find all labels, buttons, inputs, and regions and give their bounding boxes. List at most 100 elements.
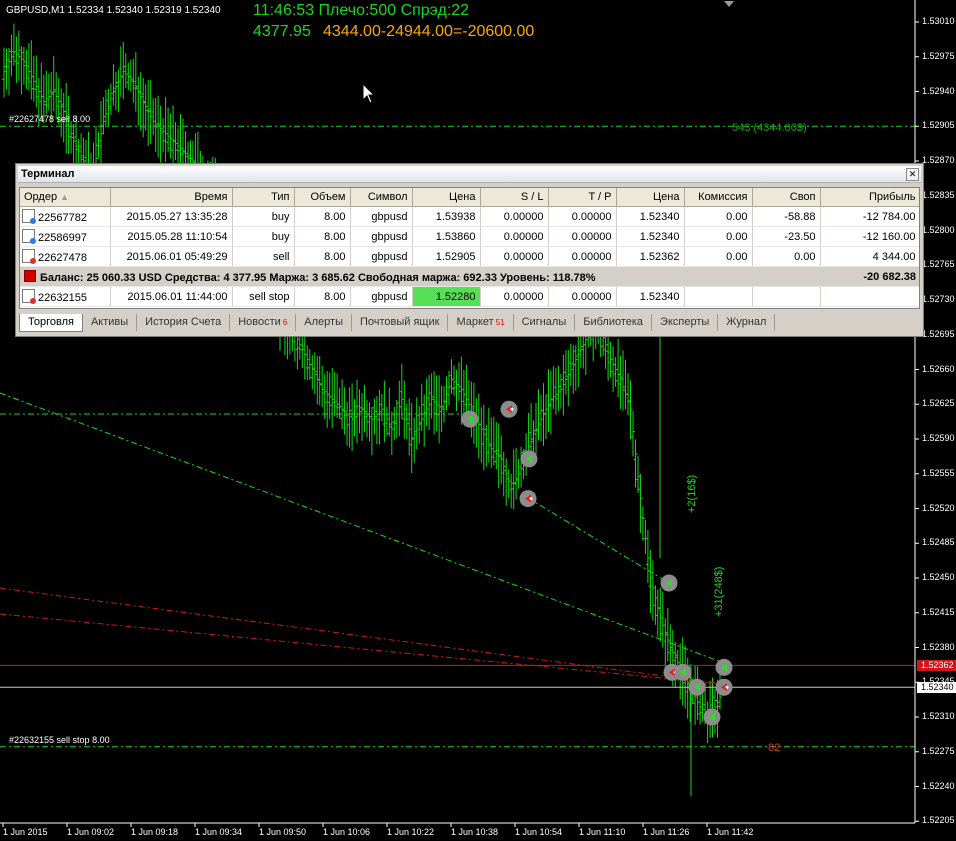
tab-label: Алерты (304, 316, 343, 328)
table-row[interactable]: 22567782 2015.05.27 13:35:28 buy 8.00 gb… (20, 206, 919, 227)
tab-label: Новости (238, 316, 281, 328)
time-tick-label: 1 Jun 10:06 (323, 827, 371, 837)
price-tick-label: 1.52940 (922, 85, 955, 96)
trade-result-annotation: +31(248$) (713, 566, 725, 617)
buy-order-icon (22, 229, 36, 244)
balance-icon (24, 269, 36, 282)
price-tick-label: 1.52240 (922, 780, 955, 791)
column-header-symbol[interactable]: Символ (350, 188, 413, 207)
column-header-order[interactable]: Ордер ▲ (20, 188, 111, 207)
price-tick-label: 1.52835 (922, 189, 955, 200)
table-header: Ордер ▲ Время Тип Объем Символ Цена S / … (20, 188, 919, 207)
terminal-window[interactable]: Терминал ✕ Ордер ▲ Время Тип Объем Симво… (15, 163, 924, 337)
order-line-label: #22627478 sell 8.00 (9, 114, 91, 125)
table-row[interactable]: 22627478 2015.06.01 05:49:29 sell 8.00 g… (20, 246, 919, 267)
tab-label: Активы (90, 316, 129, 328)
pending-order-icon (22, 289, 36, 304)
price-tick-label: 1.52415 (922, 606, 955, 617)
pending-distance-annotation: 82 (768, 741, 781, 754)
price-tick-label: 1.52590 (922, 433, 955, 443)
sell-order-icon (22, 249, 36, 264)
column-header-profit[interactable]: Прибыль (820, 188, 919, 207)
table-row[interactable]: 22586997 2015.05.28 11:10:54 buy 8.00 gb… (20, 226, 919, 247)
price-tick-label: 1.52380 (922, 641, 955, 652)
column-header-tp[interactable]: T / P (548, 188, 617, 207)
price-chart[interactable] (0, 0, 956, 841)
buy-order-icon (22, 209, 36, 224)
balance-summary-row: Баланс: 25 060.33 USD Средства: 4 377.95… (20, 266, 919, 287)
price-tick-label: 1.53010 (922, 16, 955, 26)
price-tick-label: 1.52555 (922, 467, 955, 478)
tab-1[interactable]: Активы (83, 314, 138, 331)
column-header-commission[interactable]: Комиссия (684, 188, 753, 207)
mouse-cursor-icon (362, 83, 376, 104)
price-tick-label: 1.52205 (922, 815, 955, 826)
tab-6[interactable]: Маркет 51 (448, 314, 514, 331)
time-tick-label: 1 Jun 11:10 (579, 827, 626, 837)
time-tick-label: 1 Jun 10:38 (451, 827, 499, 837)
price-tick-label: 1.52310 (922, 711, 955, 721)
time-tick-label: 1 Jun 09:18 (131, 827, 179, 837)
price-tick-label: 1.52450 (922, 572, 955, 582)
price-tick-label: 1.52730 (922, 294, 955, 304)
tab-label: Библиотека (583, 316, 644, 328)
time-tick-label: 1 Jun 10:22 (387, 827, 435, 837)
summary-profit: -20 682.38 (820, 266, 919, 287)
price-tick-label: 1.52660 (922, 363, 955, 374)
tab-label: Сигналы (521, 316, 567, 328)
time-tick-label: 1 Jun 10:54 (515, 827, 563, 837)
tab-2[interactable]: История Счета (137, 314, 231, 331)
price-tick-label: 1.52975 (922, 50, 955, 61)
price-tick-label: 1.52870 (922, 155, 955, 165)
column-header-time[interactable]: Время (110, 188, 233, 207)
bid-price-box: 1.52340 (917, 682, 956, 694)
trade-table-container: Ордер ▲ Время Тип Объем Символ Цена S / … (19, 187, 920, 309)
price-tick-label: 1.52765 (922, 259, 955, 270)
column-header-type[interactable]: Тип (232, 188, 295, 207)
trade-table: Ордер ▲ Время Тип Объем Символ Цена S / … (20, 188, 919, 307)
trade-result-annotation: +2(16$) (686, 474, 698, 513)
close-icon[interactable]: ✕ (906, 168, 919, 181)
order-line-label: #22632155 sell stop 8.00 (9, 734, 110, 745)
time-tick-label: 1 Jun 11:26 (643, 827, 690, 837)
price-tick-label: 1.52695 (922, 328, 955, 339)
tab-9[interactable]: Эксперты (652, 314, 719, 331)
marker-dot (725, 685, 729, 689)
time-tick-label: 1 Jun 11:42 (707, 827, 754, 837)
terminal-tabs: Торговля Активы История Счета Новости 6 Алерт… (19, 314, 920, 332)
profit-formula: 4344.00-24944.00=-20600.00 (323, 23, 535, 40)
column-header-swap[interactable]: Своп (752, 188, 821, 207)
column-header-price[interactable]: Цена (412, 188, 481, 207)
symbol-info: GBPUSD,M1 1.52334 1.52340 1.52319 1.5234… (6, 5, 221, 16)
tab-10[interactable]: Журнал (718, 314, 776, 331)
tab-7[interactable]: Сигналы (514, 314, 576, 331)
tab-badge: 51 (495, 318, 505, 327)
tab-5[interactable]: Почтовый ящик (352, 314, 449, 331)
table-row[interactable]: 22632155 2015.06.01 11:44:00 sell stop 8… (20, 286, 919, 307)
tab-label: Маркет (456, 316, 494, 328)
price-tick-label: 1.52800 (922, 224, 955, 235)
price-tick-label: 1.52625 (922, 398, 955, 409)
column-header-sl[interactable]: S / L (480, 188, 549, 207)
tab-label: История Счета (145, 316, 222, 328)
tab-8[interactable]: Библиотека (575, 314, 653, 331)
price-tick-label: 1.52275 (922, 745, 955, 756)
tab-4[interactable]: Алерты (296, 314, 352, 331)
equity-value: 4377.95 (253, 23, 311, 40)
column-header-volume[interactable]: Объем (294, 188, 351, 207)
balance-summary: Баланс: 25 060.33 USD Средства: 4 377.95… (40, 271, 596, 284)
time-tick-label: 1 Jun 09:50 (259, 827, 307, 837)
time-tick-label: 1 Jun 2015 (3, 827, 48, 837)
marker-dot (510, 407, 514, 411)
ask-price-box: 1.52362 (917, 660, 956, 672)
tab-badge: 6 (282, 318, 288, 327)
tab-label: Почтовый ящик (359, 316, 440, 328)
tab-3[interactable]: Новости 6 (230, 314, 297, 331)
price-tick-label: 1.52520 (922, 502, 955, 513)
price-tick-label: 1.52485 (922, 537, 955, 548)
time-leverage-spread: 11:46:53 Плечо:500 Спрэд:22 (253, 2, 470, 19)
column-header-current-price[interactable]: Цена (616, 188, 685, 207)
price-tick-label: 1.52905 (922, 120, 955, 131)
terminal-titlebar[interactable]: Терминал ✕ (18, 166, 921, 183)
tab-0[interactable]: Торговля (19, 314, 83, 332)
